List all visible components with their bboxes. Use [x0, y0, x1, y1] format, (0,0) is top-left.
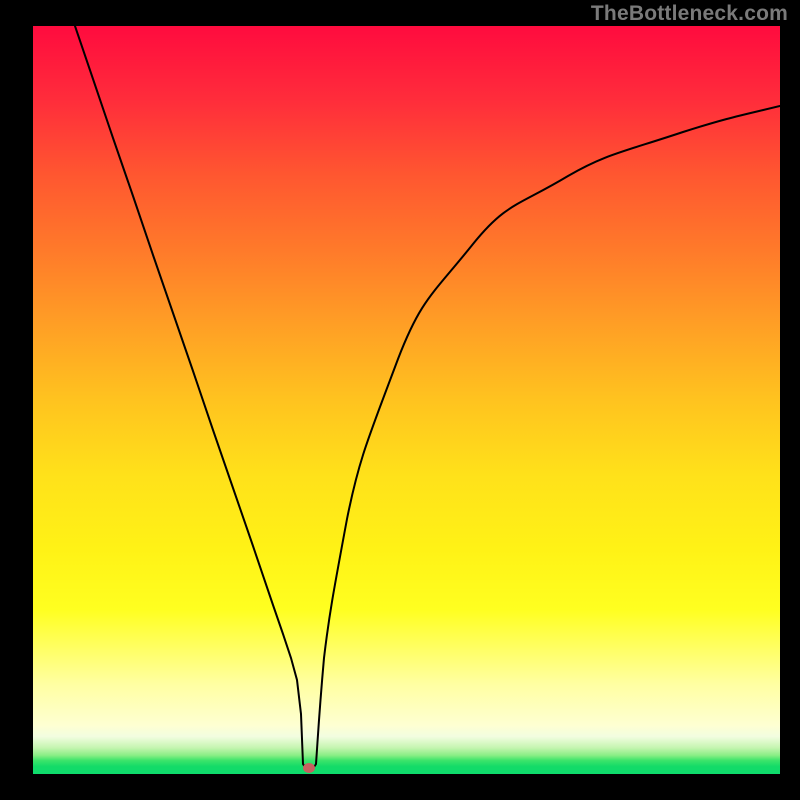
bottleneck-curve: [75, 26, 780, 768]
chart-container: TheBottleneck.com: [0, 0, 800, 800]
minimum-marker: [303, 763, 315, 773]
chart-svg: [33, 26, 780, 774]
watermark-text: TheBottleneck.com: [591, 2, 788, 26]
